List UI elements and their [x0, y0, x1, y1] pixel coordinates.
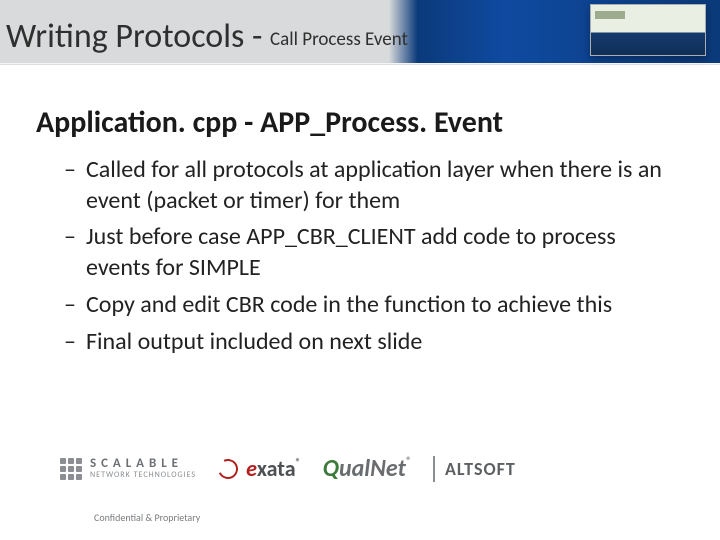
content-area: Application. cpp - APP_Process. Event Ca…: [36, 104, 684, 363]
swirl-icon: [215, 456, 241, 482]
confidential-label: Confidential & Proprietary: [94, 511, 200, 524]
scalable-logo: S C A L A B L E NETWORK TECHNOLOGIES: [60, 457, 196, 480]
bullet-item: Copy and edit CBR code in the function t…: [64, 290, 684, 321]
qualnet-logo: QualNet®: [323, 454, 411, 483]
header-band: Writing Protocols - Call Process Event: [0, 0, 720, 64]
bullet-item: Called for all protocols at application …: [64, 155, 684, 216]
exata-rest: xata: [257, 455, 296, 482]
title-separator: -: [248, 16, 266, 57]
title-sub: Call Process Event: [270, 28, 408, 51]
footer: S C A L A B L E NETWORK TECHNOLOGIES exa…: [0, 454, 720, 526]
slide: Writing Protocols - Call Process Event A…: [0, 0, 720, 540]
header-thumbnail-image: [590, 4, 706, 56]
scalable-logo-text: S C A L A B L E NETWORK TECHNOLOGIES: [90, 457, 196, 480]
bullet-list: Called for all protocols at application …: [36, 155, 684, 357]
logo-row: S C A L A B L E NETWORK TECHNOLOGIES exa…: [0, 454, 720, 483]
exata-wordmark: exata®: [246, 455, 301, 482]
grid-icon: [60, 458, 82, 480]
bullet-item: Final output included on next slide: [64, 327, 684, 358]
slide-title: Writing Protocols - Call Process Event: [6, 16, 408, 57]
exata-e: e: [246, 455, 257, 482]
qualnet-rest: ualNet: [339, 454, 406, 483]
exata-logo: exata®: [218, 455, 301, 482]
title-main: Writing Protocols: [6, 16, 244, 57]
bullet-item: Just before case APP_CBR_CLIENT add code…: [64, 222, 684, 283]
qualnet-wordmark: QualNet®: [323, 454, 411, 483]
qualnet-q: Q: [323, 454, 339, 483]
section-title: Application. cpp - APP_Process. Event: [36, 104, 684, 141]
altsoft-wordmark: ALTSOFT: [445, 458, 516, 480]
altsoft-logo: ALTSOFT: [433, 456, 516, 482]
scalable-line1: S C A L A B L E: [90, 457, 196, 471]
scalable-line2: NETWORK TECHNOLOGIES: [90, 471, 196, 480]
